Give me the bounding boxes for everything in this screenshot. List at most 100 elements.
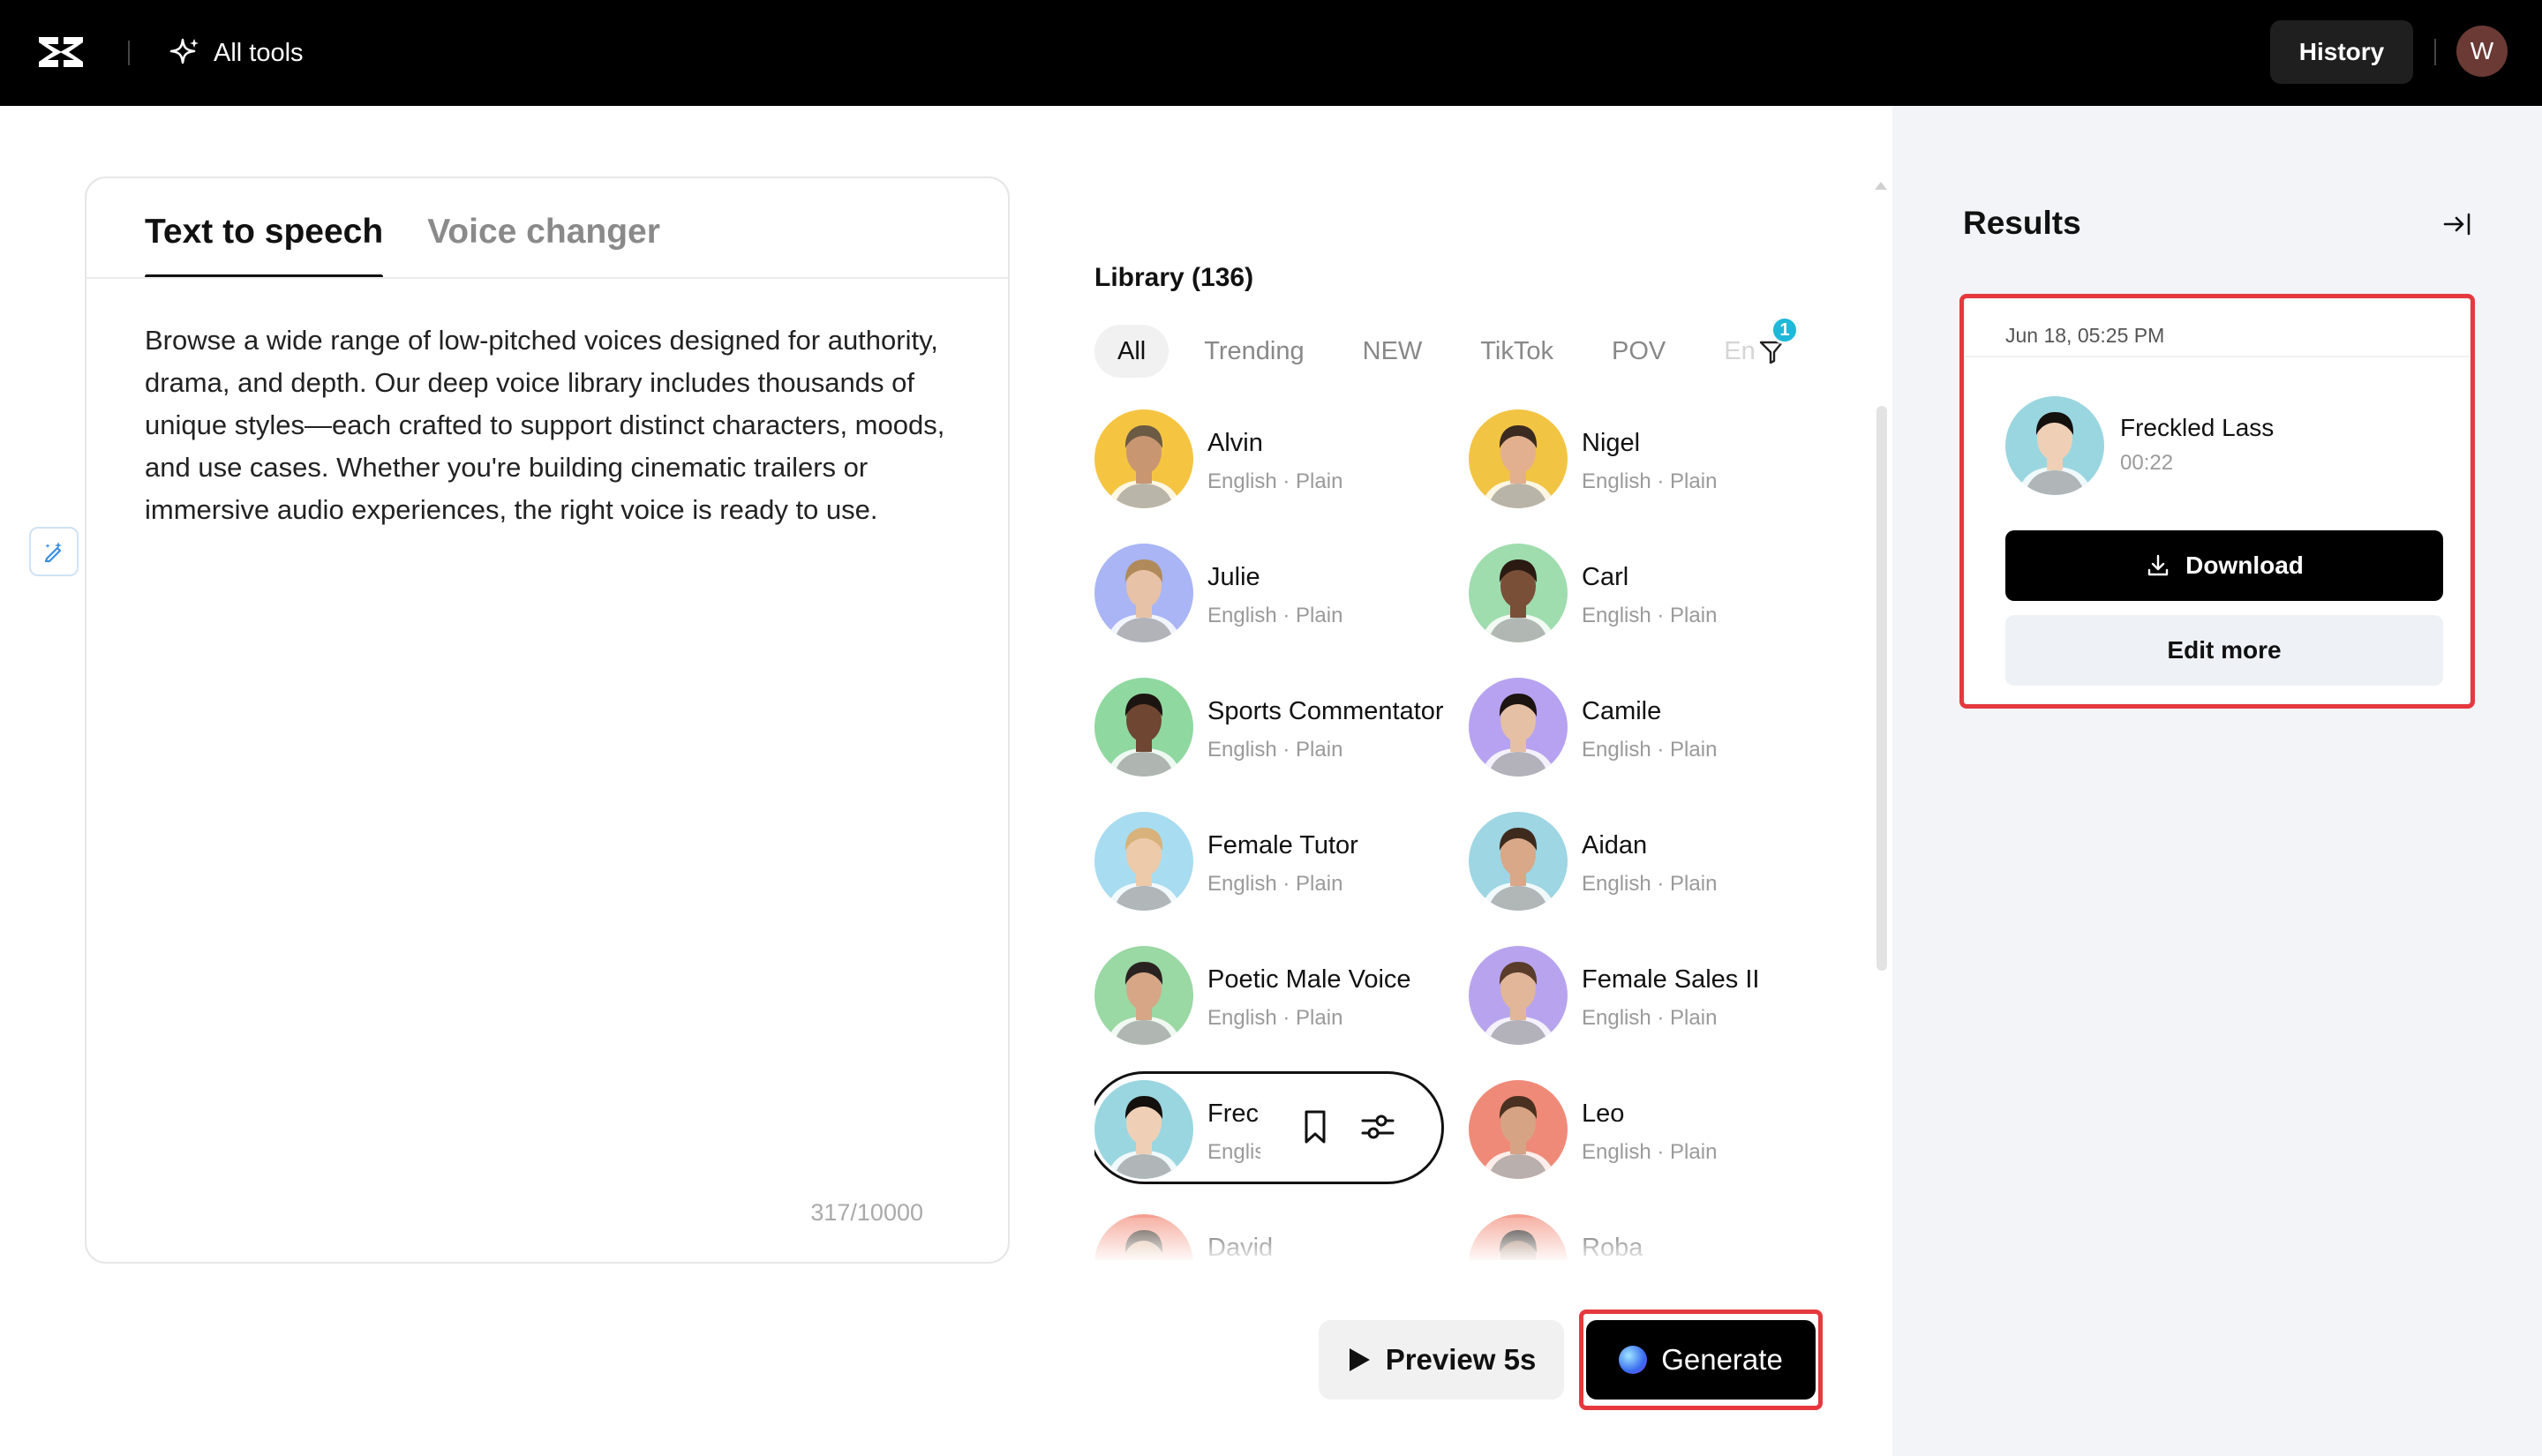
voice-name: Nigel [1582,429,1640,458]
editor-tabs: Text to speech Voice changer [145,205,660,279]
all-tools-button[interactable]: All tools [168,32,304,74]
voice-name: Leo [1582,1100,1624,1129]
voice-avatar [1469,812,1568,911]
voice-name: Female Sales II [1582,965,1759,994]
voice-name: Camile [1582,697,1661,726]
edit-more-button[interactable]: Edit more [2005,615,2443,686]
voice-actions [1297,1107,1398,1147]
settings-sliders-icon[interactable] [1357,1107,1398,1147]
bookmark-icon[interactable] [1297,1107,1333,1147]
voice-item[interactable]: DavidEnglish · Plain [1094,1211,1448,1260]
library-scrollbar[interactable] [1876,406,1887,971]
voice-meta: English · Plain [1582,1140,1717,1165]
voice-item[interactable]: Sports Commentator English · Plain [1094,674,1448,780]
voice-name: Julie [1207,563,1260,592]
play-icon [1347,1347,1372,1373]
result-duration: 00:22 [2120,451,2173,476]
arrow-right-to-line-icon [2441,208,2473,240]
voice-avatar [1094,1080,1193,1179]
voice-avatar [1094,409,1193,508]
preview-button[interactable]: Preview 5s [1319,1320,1564,1400]
chip-pov[interactable]: POV [1589,325,1688,378]
voice-item[interactable]: Poetic Male VoiceEnglish · Plain [1094,942,1448,1048]
chip-tiktok[interactable]: TikTok [1457,325,1576,378]
results-title: Results [1963,205,2081,242]
download-icon [2145,552,2171,579]
generate-button[interactable]: Generate [1586,1320,1816,1400]
voice-meta: English · Plain [1207,604,1342,628]
voice-name: Aidan [1582,831,1647,860]
editor-card: Text to speech Voice changer Browse a wi… [85,176,1010,1264]
voice-item[interactable]: Alvin English · Plain [1094,406,1448,512]
voice-name: David [1207,1234,1273,1260]
script-text-input[interactable]: Browse a wide range of low-pitched voice… [145,319,974,531]
chip-trending[interactable]: Trending [1181,325,1327,378]
results-panel: Results Jun 18, 05:25 PM Freckled Lass 0… [1892,106,2542,1456]
history-button[interactable]: History [2270,20,2413,84]
voice-name: Sports Commentator [1207,697,1444,726]
user-avatar[interactable]: W [2456,26,2508,77]
top-bar: All tools History W [0,0,2542,106]
voice-item[interactable]: Camile English · Plain [1469,674,1822,780]
voice-item[interactable]: Aidan English · Plain [1469,808,1822,914]
voice-avatar [1469,946,1568,1045]
topbar-divider-right [2434,39,2436,65]
voice-name: Roba [1582,1234,1643,1260]
voice-list: Alvin English · Plain Nigel English · Plain… [1094,406,1845,1260]
tabs-divider [86,277,1008,279]
magic-pen-icon [41,538,67,565]
voice-meta: English · Plain [1207,1140,1260,1165]
voice-avatar [1094,678,1193,777]
result-date: Jun 18, 05:25 PM [2005,324,2164,348]
generate-orb-icon [1619,1346,1647,1374]
voice-avatar [1469,409,1568,508]
library-filter-chips: All Trending NEW TikTok POV En [1094,325,1818,378]
voice-item[interactable]: Carl English · Plain [1469,540,1822,646]
card-divider [1965,356,2470,357]
capcut-logo-icon[interactable] [35,30,86,74]
voice-item[interactable]: Julie English · Plain [1094,540,1448,646]
chip-new[interactable]: NEW [1340,325,1446,378]
voice-avatar [1094,946,1193,1045]
voice-avatar [1094,544,1193,642]
voice-meta: English · Plain [1582,872,1717,897]
scroll-up-arrow[interactable] [1875,182,1887,190]
voice-name: Alvin [1207,429,1263,458]
voice-meta: English · Plain [1582,469,1717,494]
library-title: Library (136) [1094,263,1253,293]
voice-meta: English · Plain [1207,738,1342,762]
voice-avatar [1094,812,1193,911]
result-card: Jun 18, 05:25 PM Freckled Lass 00:22 Dow… [1965,299,2470,703]
tab-text-to-speech[interactable]: Text to speech [145,205,383,279]
voice-name: Female Tutor [1207,831,1358,860]
generate-label: Generate [1661,1343,1783,1377]
magic-edit-tool-button[interactable] [29,527,79,576]
result-voice-avatar [2005,396,2104,495]
voice-name: Carl [1582,563,1628,592]
voice-item[interactable]: Nigel English · Plain [1469,406,1822,512]
sparkle-icon [168,36,201,70]
filter-count-badge: 1 [1771,316,1799,344]
voice-item[interactable]: Female TutorEnglish · Plain [1094,808,1448,914]
voice-item[interactable]: Leo English · Plain [1469,1077,1822,1182]
collapse-panel-icon[interactable] [2438,205,2477,244]
download-label: Download [2185,552,2304,580]
preview-label: Preview 5s [1386,1343,1537,1377]
voice-item[interactable]: Freckled LassEnglish · Plain [1094,1077,1448,1182]
voice-item[interactable]: Female Sales II English · Plain [1469,942,1822,1048]
voice-meta: English · Plain [1207,469,1342,494]
download-button[interactable]: Download [2005,530,2443,601]
voice-avatar [1469,1214,1568,1260]
voice-avatar [1094,1214,1193,1260]
voice-item[interactable]: RobaEnglish · Plain [1469,1211,1822,1260]
all-tools-label: All tools [214,39,304,68]
voice-meta: English · Plain [1582,604,1717,628]
voice-meta: English · Plain [1582,738,1717,762]
voice-avatar [1469,1080,1568,1179]
chip-all[interactable]: All [1094,325,1169,378]
voice-name: Poetic Male Voice [1207,965,1411,994]
character-count: 317/10000 [810,1199,923,1227]
voice-meta: English · Plain [1582,1006,1717,1031]
tab-voice-changer[interactable]: Voice changer [427,205,660,279]
voice-avatar [1469,544,1568,642]
